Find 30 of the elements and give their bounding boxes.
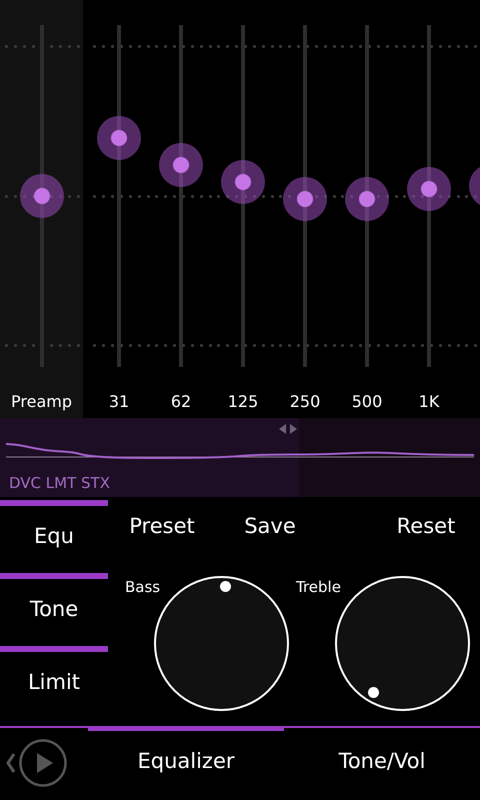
slider-thumb[interactable] [407, 167, 451, 212]
bottom-tab[interactable]: Tone/Vol [284, 726, 480, 797]
slider-thumb[interactable] [159, 143, 203, 188]
slider-thumb[interactable] [97, 116, 141, 160]
chevron-left-icon[interactable] [5, 752, 16, 774]
side-tab[interactable]: Tone [0, 579, 108, 646]
side-tab[interactable]: Equ [0, 506, 108, 573]
knob-indicator [220, 581, 232, 592]
action-button[interactable]: Reset [372, 506, 480, 560]
knob-indicator [368, 687, 380, 698]
left-right-arrows-icon[interactable] [278, 424, 298, 434]
frequency-label: 62 [170, 392, 192, 411]
slider-thumb[interactable] [345, 177, 389, 222]
action-button[interactable]: Preset [108, 506, 216, 560]
frequency-label: 250 [288, 392, 322, 411]
frequency-label: 500 [350, 392, 384, 411]
action-button[interactable]: Save [216, 506, 324, 560]
frequency-label: 1K [418, 392, 440, 411]
side-tab[interactable]: Limit [0, 652, 108, 719]
slider-thumb[interactable] [283, 177, 327, 222]
slider-thumb[interactable] [221, 160, 265, 204]
slider-thumb[interactable] [20, 174, 64, 218]
knob-label: Bass [125, 578, 160, 596]
preamp-label: Preamp [10, 392, 73, 411]
frequency-label: 31 [108, 392, 130, 411]
frequency-label: 125 [226, 392, 260, 411]
knob-label: Treble [296, 578, 341, 596]
effects-label: DVC LMT STX [9, 474, 110, 492]
bottom-tab[interactable]: Equalizer [88, 726, 284, 797]
play-icon[interactable] [18, 738, 68, 788]
